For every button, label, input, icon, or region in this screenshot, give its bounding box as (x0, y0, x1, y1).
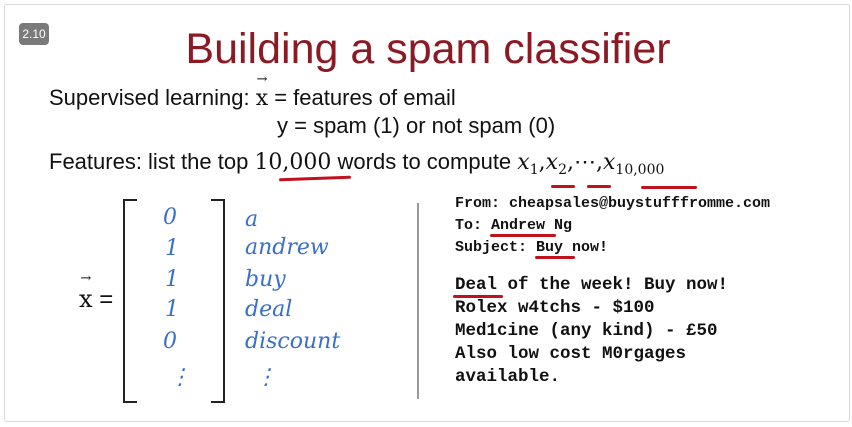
vocab-word: discount (245, 329, 341, 354)
feature-xn: x10,000 (602, 150, 665, 178)
features-suffix: words to compute (331, 149, 518, 174)
email-from: From: cheapsales@buystufffromme.com (455, 195, 771, 212)
email-subject-word: Buy (536, 239, 564, 256)
email-to-name: Andrew (491, 217, 546, 234)
annotation-underline-xn (641, 186, 697, 189)
vocab-word: deal (245, 297, 293, 322)
equals-sign: = (99, 286, 114, 313)
annotation-underline-x2 (587, 185, 611, 188)
vector-value: 1 (165, 236, 179, 261)
comma: , (566, 150, 574, 175)
features-line: Features: list the top 10,000 words to c… (49, 149, 664, 178)
features-count: 10,000 (254, 150, 332, 175)
vocab-word: buy (245, 267, 286, 292)
features-prefix: Features: list the top (49, 149, 255, 174)
vector-left-bracket (123, 199, 137, 403)
vocab-word: ⋮ (255, 365, 277, 390)
x-definition: = features of email (268, 85, 456, 110)
vector-value: 1 (165, 297, 179, 322)
vector-label: x = (79, 271, 114, 314)
supervised-learning-line: Supervised learning: x = features of ema… (49, 72, 456, 111)
email-subject: Subject: Buy now! (455, 239, 609, 256)
x-vector-symbol: x (256, 72, 269, 111)
y-definition-line: y = spam (1) or not spam (0) (277, 113, 556, 138)
email-body-line: Rolex w4tchs - $100 (455, 298, 655, 318)
annotation-underline-buy (535, 256, 575, 259)
feature-x2: x2 (545, 150, 567, 178)
comma: , (538, 150, 546, 175)
vector-value: 1 (165, 267, 179, 292)
vector-x-symbol: x (79, 271, 93, 313)
vocab-word: andrew (245, 235, 329, 260)
email-body-line: available. (455, 367, 561, 387)
slide-title: Building a spam classifier (185, 25, 671, 73)
annotation-underline-andrew (490, 234, 556, 237)
vector-right-bracket (211, 199, 225, 403)
email-body-line: Also low cost M0rgages (455, 344, 687, 364)
annotation-underline-x1 (551, 185, 575, 188)
supervised-prefix: Supervised learning: (49, 85, 256, 110)
vector-value: 0 (163, 205, 177, 230)
feature-x1: x1 (517, 150, 539, 178)
vocab-word: a (245, 207, 259, 232)
email-body-line: Med1cine (any kind) - £50 (455, 321, 718, 341)
annotation-underline-deal (453, 295, 503, 298)
slide: 2.10 Building a spam classifier Supervis… (4, 4, 850, 422)
email-body-line: Deal of the week! Buy now! (455, 275, 729, 295)
email-to: To: Andrew Ng (455, 217, 573, 234)
ellipsis: ⋯ (573, 150, 596, 175)
comma: , (595, 150, 603, 175)
vertical-divider (417, 203, 419, 399)
vector-value: 0 (163, 329, 177, 354)
vector-value: ⋮ (169, 365, 191, 390)
